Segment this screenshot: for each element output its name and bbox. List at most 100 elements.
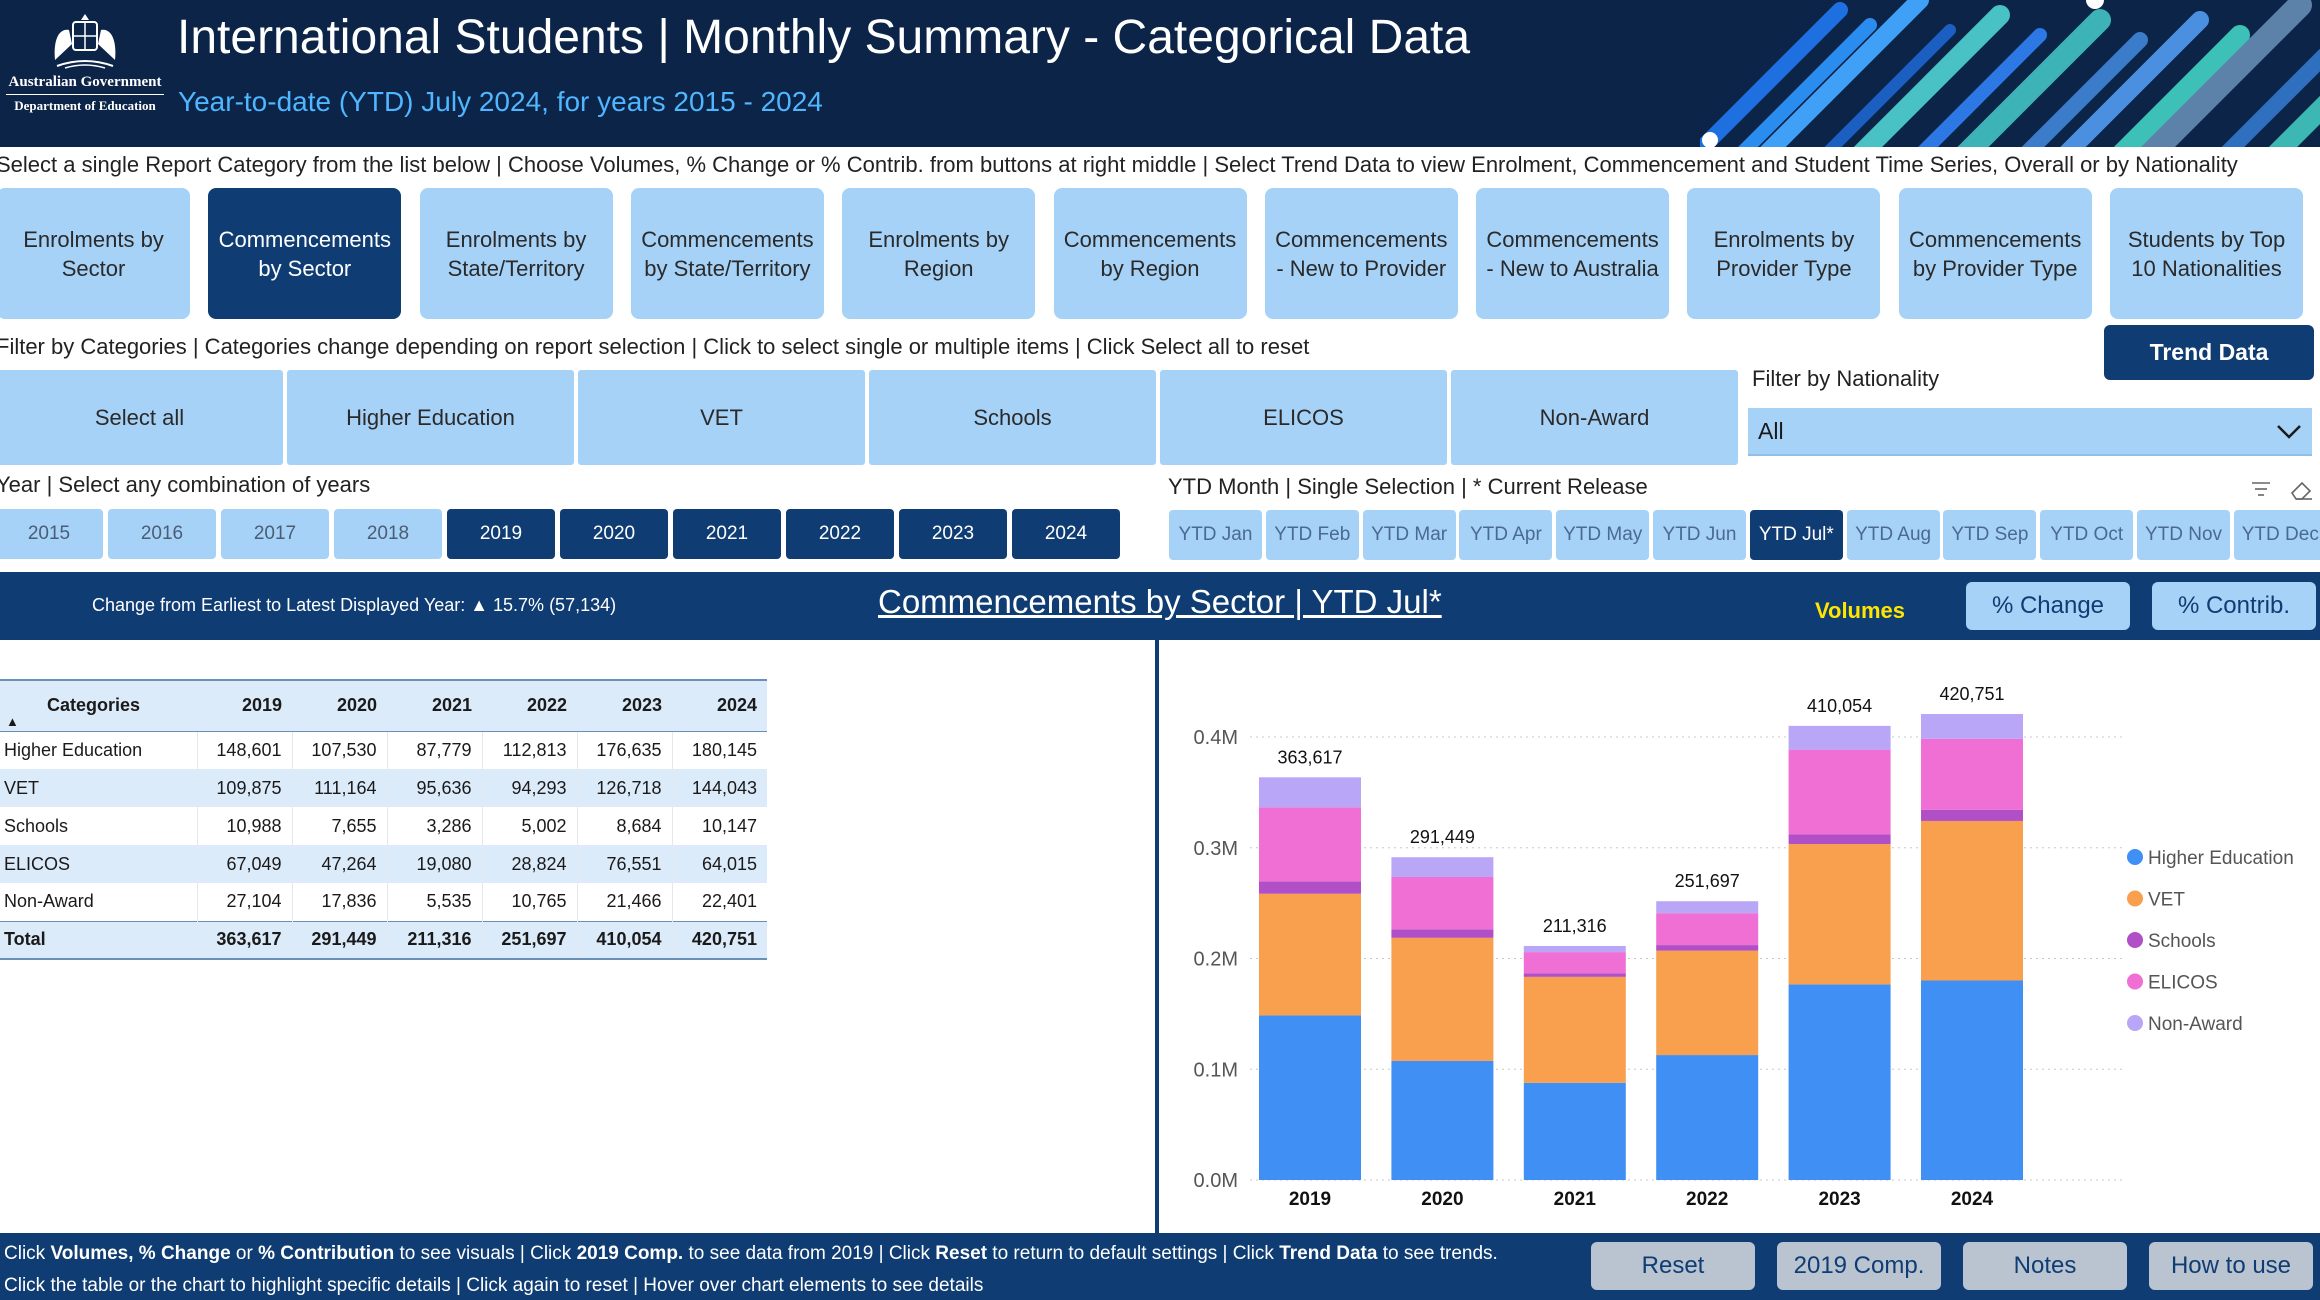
bar-segment-higher-education-2023[interactable] bbox=[1788, 984, 1891, 1180]
year-2024[interactable]: 2024 bbox=[1012, 509, 1120, 559]
report-category-commencements-by-state-territory[interactable]: Commencements by State/Territory bbox=[630, 188, 824, 319]
month-ytd-aug[interactable]: YTD Aug bbox=[1846, 510, 1940, 560]
bar-segment-vet-2023[interactable] bbox=[1788, 844, 1891, 985]
reset-button[interactable]: Reset bbox=[1591, 1242, 1755, 1290]
filter-select-all[interactable]: Select all bbox=[0, 370, 283, 465]
legend-label-non-award[interactable]: Non-Award bbox=[2148, 1014, 2243, 1035]
bar-segment-schools-2019[interactable] bbox=[1259, 881, 1361, 894]
bar-segment-higher-education-2021[interactable] bbox=[1523, 1082, 1626, 1180]
bar-segment-higher-education-2020[interactable] bbox=[1391, 1060, 1494, 1180]
table-total-row[interactable]: Total 363,617 291,449 211,316 251,697 410,054… bbox=[0, 920, 767, 960]
nationality-dropdown[interactable]: All bbox=[1748, 408, 2312, 456]
bar-segment-non-award-2021[interactable] bbox=[1523, 945, 1626, 953]
month-ytd-oct[interactable]: YTD Oct bbox=[2040, 510, 2134, 560]
filter-schools[interactable]: Schools bbox=[869, 370, 1156, 465]
bar-segment-non-award-2024[interactable] bbox=[1921, 714, 2023, 739]
bar-segment-elicos-2021[interactable] bbox=[1523, 952, 1626, 974]
filter-non-award[interactable]: Non-Award bbox=[1451, 370, 1738, 465]
bar-segment-higher-education-2019[interactable] bbox=[1259, 1015, 1361, 1180]
bar-segment-schools-2024[interactable] bbox=[1921, 809, 2023, 821]
filter-icon[interactable] bbox=[2252, 482, 2270, 496]
year-2018[interactable]: 2018 bbox=[334, 509, 442, 559]
table-row[interactable]: ELICOS 67,049 47,264 19,080 28,824 76,551 64,0… bbox=[0, 845, 767, 883]
report-category-commencements-by-provider-type[interactable]: Commencements by Provider Type bbox=[1898, 188, 2092, 319]
bar-segment-elicos-2020[interactable] bbox=[1391, 876, 1494, 930]
year-2019[interactable]: 2019 bbox=[447, 509, 555, 559]
pct-contrib-button[interactable]: % Contrib. bbox=[2152, 582, 2316, 630]
report-category-enrolments-by-provider-type[interactable]: Enrolments by Provider Type bbox=[1687, 188, 1881, 319]
table-row[interactable]: Schools 10,988 7,655 3,286 5,002 8,684 10,147 bbox=[0, 807, 767, 845]
month-ytd-sep[interactable]: YTD Sep bbox=[1943, 510, 2037, 560]
bar-segment-non-award-2022[interactable] bbox=[1656, 901, 1759, 914]
legend-marker[interactable] bbox=[2127, 973, 2143, 990]
month-ytd-jul[interactable]: YTD Jul* bbox=[1749, 510, 1843, 560]
report-category-enrolments-by-sector[interactable]: Enrolments by Sector bbox=[0, 188, 190, 319]
table-row[interactable]: VET 109,875 111,164 95,636 94,293 126,718 144,… bbox=[0, 769, 767, 807]
bar-segment-schools-2022[interactable] bbox=[1656, 945, 1759, 951]
data-table[interactable]: Categories ▲ 2019 2020 2021 2022 2023 2024 High… bbox=[0, 679, 767, 960]
2019-comp-button[interactable]: 2019 Comp. bbox=[1777, 1242, 1941, 1290]
column-header-2021[interactable]: 2021 bbox=[387, 679, 482, 732]
report-category-students-by-top-10-nationalities[interactable]: Students by Top 10 Nationalities bbox=[2110, 188, 2303, 319]
volumes-button[interactable]: Volumes bbox=[1800, 590, 1920, 632]
bar-segment-higher-education-2022[interactable] bbox=[1656, 1055, 1759, 1180]
table-row[interactable]: Higher Education 148,601 107,530 87,779 112,… bbox=[0, 731, 767, 769]
month-ytd-jun[interactable]: YTD Jun bbox=[1653, 510, 1746, 560]
legend-marker[interactable] bbox=[2127, 890, 2143, 907]
column-header-categories[interactable]: Categories ▲ bbox=[0, 679, 197, 732]
notes-button[interactable]: Notes bbox=[1963, 1242, 2127, 1290]
bar-segment-vet-2024[interactable] bbox=[1921, 820, 2023, 981]
month-ytd-nov[interactable]: YTD Nov bbox=[2137, 510, 2230, 560]
year-2022[interactable]: 2022 bbox=[786, 509, 894, 559]
report-category-commencements-by-sector[interactable]: Commencements by Sector bbox=[208, 188, 402, 319]
report-category-commencements-new-to-australia[interactable]: Commencements - New to Australia bbox=[1476, 188, 1670, 319]
table-row[interactable]: Non-Award 27,104 17,836 5,535 10,765 21,466 22… bbox=[0, 883, 767, 921]
legend-label-elicos[interactable]: ELICOS bbox=[2148, 973, 2218, 994]
month-ytd-mar[interactable]: YTD Mar bbox=[1362, 510, 1456, 560]
year-2017[interactable]: 2017 bbox=[221, 509, 329, 559]
bar-segment-schools-2020[interactable] bbox=[1391, 929, 1494, 938]
month-ytd-apr[interactable]: YTD Apr bbox=[1459, 510, 1553, 560]
year-2021[interactable]: 2021 bbox=[673, 509, 781, 559]
legend-label-schools[interactable]: Schools bbox=[2148, 931, 2216, 952]
legend-label-higher-education[interactable]: Higher Education bbox=[2148, 848, 2294, 869]
pct-change-button[interactable]: % Change bbox=[1966, 582, 2130, 630]
eraser-icon[interactable] bbox=[2290, 481, 2312, 500]
bar-segment-non-award-2019[interactable] bbox=[1259, 777, 1361, 808]
year-2015[interactable]: 2015 bbox=[0, 509, 103, 559]
year-2020[interactable]: 2020 bbox=[560, 509, 668, 559]
column-header-2019[interactable]: 2019 bbox=[197, 679, 292, 732]
filter-elicos[interactable]: ELICOS bbox=[1160, 370, 1447, 465]
bar-segment-non-award-2020[interactable] bbox=[1391, 857, 1494, 877]
column-header-2022[interactable]: 2022 bbox=[482, 679, 577, 732]
report-category-enrolments-by-region[interactable]: Enrolments by Region bbox=[842, 188, 1036, 319]
report-category-enrolments-by-state-territory[interactable]: Enrolments by State/Territory bbox=[419, 188, 613, 319]
stacked-bar-chart[interactable]: 0.0M 0.1M 0.2M 0.3M 0.4M 363,617 2019 291,449 20… bbox=[1160, 660, 2320, 1230]
legend-marker[interactable] bbox=[2127, 1015, 2143, 1031]
legend-label-vet[interactable]: VET bbox=[2148, 890, 2185, 911]
sort-ascending-icon[interactable]: ▲ bbox=[6, 714, 19, 729]
month-ytd-dec[interactable]: YTD Dec bbox=[2233, 510, 2320, 560]
report-category-commencements-new-to-provider[interactable]: Commencements - New to Provider bbox=[1264, 188, 1458, 319]
how-to-use-button[interactable]: How to use bbox=[2149, 1242, 2313, 1290]
month-ytd-may[interactable]: YTD May bbox=[1556, 510, 1650, 560]
bar-segment-higher-education-2024[interactable] bbox=[1921, 980, 2023, 1180]
column-header-2023[interactable]: 2023 bbox=[577, 679, 672, 732]
trend-data-button[interactable]: Trend Data bbox=[2104, 325, 2314, 380]
year-2016[interactable]: 2016 bbox=[108, 509, 216, 559]
bar-segment-vet-2019[interactable] bbox=[1259, 893, 1361, 1016]
bar-segment-elicos-2024[interactable] bbox=[1921, 738, 2023, 810]
filter-higher-education[interactable]: Higher Education bbox=[287, 370, 574, 465]
bar-segment-vet-2021[interactable] bbox=[1523, 976, 1626, 1083]
column-header-2024[interactable]: 2024 bbox=[672, 679, 767, 732]
bar-segment-elicos-2022[interactable] bbox=[1656, 913, 1759, 946]
bar-segment-elicos-2023[interactable] bbox=[1788, 749, 1891, 835]
legend-marker[interactable] bbox=[2127, 849, 2143, 865]
month-ytd-jan[interactable]: YTD Jan bbox=[1169, 510, 1262, 560]
year-2023[interactable]: 2023 bbox=[899, 509, 1007, 559]
bar-segment-schools-2021[interactable] bbox=[1523, 973, 1626, 977]
bar-segment-non-award-2023[interactable] bbox=[1788, 725, 1891, 750]
legend-marker[interactable] bbox=[2127, 932, 2143, 948]
bar-segment-vet-2022[interactable] bbox=[1656, 950, 1759, 1056]
bar-segment-schools-2023[interactable] bbox=[1788, 834, 1891, 845]
